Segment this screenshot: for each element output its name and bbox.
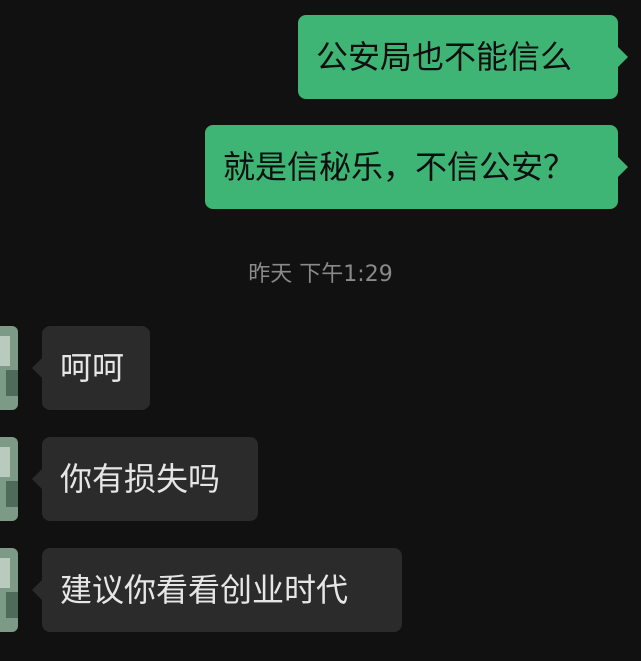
avatar[interactable] xyxy=(0,548,18,632)
message-text: 建议你看看创业时代 xyxy=(60,571,349,609)
outgoing-message-bubble[interactable]: 公安局也不能信么 xyxy=(298,15,628,99)
incoming-message-bubble[interactable]: 你有损失吗 xyxy=(32,437,258,521)
message-text: 你有损失吗 xyxy=(60,460,221,498)
avatar[interactable] xyxy=(0,437,18,521)
message-text: 公安局也不能信么 xyxy=(316,38,573,76)
chat-thread[interactable]: 公安局也不能信么 就是信秘乐，不信公安？ 昨天 下午1:29 呵呵 你有损失吗 xyxy=(0,0,641,661)
message-text: 就是信秘乐，不信公安？ xyxy=(223,148,576,186)
avatar[interactable] xyxy=(0,326,18,410)
message-text: 呵呵 xyxy=(60,349,125,387)
avatar-image xyxy=(0,548,18,632)
incoming-message-bubble[interactable]: 呵呵 xyxy=(32,326,150,410)
avatar-image xyxy=(0,437,18,521)
message-timestamp: 昨天 下午1:29 xyxy=(248,262,393,287)
incoming-message-bubble[interactable]: 建议你看看创业时代 xyxy=(32,548,402,632)
outgoing-message-bubble[interactable]: 就是信秘乐，不信公安？ xyxy=(205,125,628,209)
avatar-image xyxy=(0,326,18,410)
